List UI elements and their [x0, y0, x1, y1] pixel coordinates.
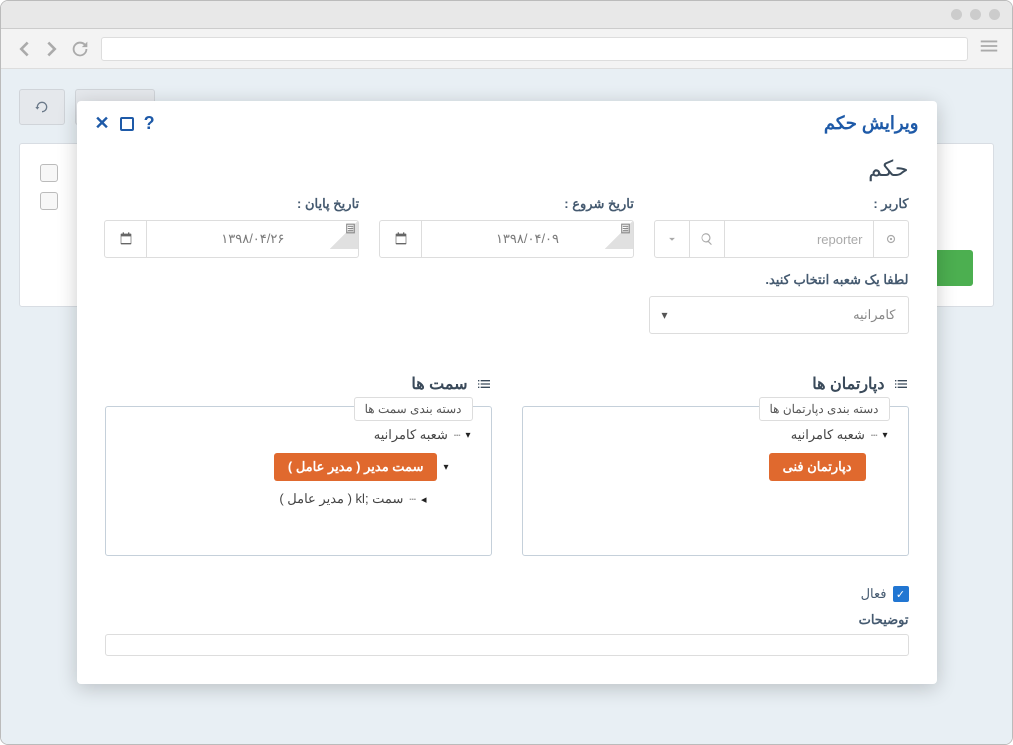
bg-checkbox — [40, 192, 58, 210]
notes-textarea[interactable] — [105, 634, 909, 656]
calendar-icon[interactable] — [380, 221, 422, 257]
leaf-icon: ◂ — [421, 493, 427, 506]
tree-node-badge[interactable]: ▾ سمت مدیر ( مدیر عامل ) — [126, 453, 449, 481]
positions-tab[interactable]: دسته بندی سمت ها — [354, 397, 473, 421]
refresh-button[interactable] — [19, 89, 65, 125]
url-bar[interactable] — [101, 37, 968, 61]
menu-icon[interactable] — [978, 35, 1000, 62]
start-date-value: ۱۳۹۸/۰۴/۰۹ — [422, 221, 633, 257]
pos-badge: سمت مدیر ( مدیر عامل ) — [274, 453, 438, 481]
pos-leaf-label: سمت ;kl ( مدیر عامل ) — [279, 491, 403, 507]
edit-hokm-modal: ویرایش حکم ✕ ? حکم کاربر : reporter — [77, 101, 937, 684]
active-label: فعال — [861, 586, 887, 602]
end-date-label: تاریخ پایان : — [104, 196, 359, 212]
tree-node-root[interactable]: ▾ ┄ شعبه کامرانیه — [543, 427, 888, 443]
collapse-icon: ▾ — [882, 430, 887, 441]
window-dot — [951, 9, 962, 20]
window-dot — [989, 9, 1000, 20]
close-icon[interactable]: ✕ — [95, 113, 110, 134]
bg-checkbox — [40, 164, 58, 182]
search-icon[interactable] — [690, 221, 725, 257]
refresh-icon — [34, 99, 50, 115]
dept-badge: دپارتمان فنی — [769, 453, 866, 481]
tree-dots-icon: ┄ — [409, 493, 415, 506]
modal-title: ویرایش حکم — [824, 113, 919, 134]
end-date-value: ۱۳۹۸/۰۴/۲۶ — [147, 221, 358, 257]
tree-node-badge[interactable]: دپارتمان فنی — [543, 453, 866, 481]
positions-title: سمت ها — [411, 374, 467, 394]
maximize-icon[interactable] — [120, 117, 134, 131]
start-date-label: تاریخ شروع : — [379, 196, 634, 212]
browser-titlebar — [1, 1, 1012, 29]
departments-panel: دسته بندی دپارتمان ها ▾ ┄ شعبه کامرانیه … — [522, 406, 909, 556]
list-icon — [893, 376, 909, 392]
user-field[interactable]: reporter — [654, 220, 909, 258]
active-checkbox[interactable] — [893, 586, 909, 602]
user-value: reporter — [725, 221, 874, 257]
tree-root-label: شعبه کامرانیه — [791, 427, 865, 443]
reload-button[interactable] — [69, 38, 91, 60]
departments-title: دپارتمان ها — [812, 374, 884, 394]
section-heading: حکم — [105, 156, 909, 182]
branch-select[interactable]: ▾ كامرانيه — [649, 296, 909, 334]
collapse-icon: ▾ — [443, 462, 448, 473]
calendar-icon[interactable] — [105, 221, 147, 257]
target-icon[interactable] — [874, 221, 908, 257]
back-button[interactable] — [13, 38, 35, 60]
window-dot — [970, 9, 981, 20]
tree-dots-icon: ┄ — [871, 429, 877, 442]
start-date-field[interactable]: ۱۳۹۸/۰۴/۰۹ — [379, 220, 634, 258]
help-icon[interactable]: ? — [144, 113, 155, 134]
pos-root-label: شعبه کامرانیه — [374, 427, 448, 443]
list-icon — [476, 376, 492, 392]
chevron-down-icon[interactable] — [655, 221, 690, 257]
collapse-icon: ▾ — [465, 430, 470, 441]
tree-node-leaf[interactable]: ◂ ┄ سمت ;kl ( مدیر عامل ) — [126, 491, 427, 507]
departments-tab[interactable]: دسته بندی دپارتمان ها — [759, 397, 890, 421]
forward-button[interactable] — [41, 38, 63, 60]
tree-dots-icon: ┄ — [454, 429, 460, 442]
branch-value: كامرانيه — [668, 307, 896, 323]
end-date-field[interactable]: ۱۳۹۸/۰۴/۲۶ — [104, 220, 359, 258]
branch-hint: لطفا یک شعبه انتخاب کنید. — [105, 272, 909, 288]
browser-toolbar — [1, 29, 1012, 69]
tree-node-root[interactable]: ▾ ┄ شعبه کامرانیه — [126, 427, 471, 443]
positions-panel: دسته بندی سمت ها ▾ ┄ شعبه کامرانیه ▾ سمت… — [105, 406, 492, 556]
notes-label: توضیحات — [105, 612, 909, 628]
user-label: کاربر : — [654, 196, 909, 212]
